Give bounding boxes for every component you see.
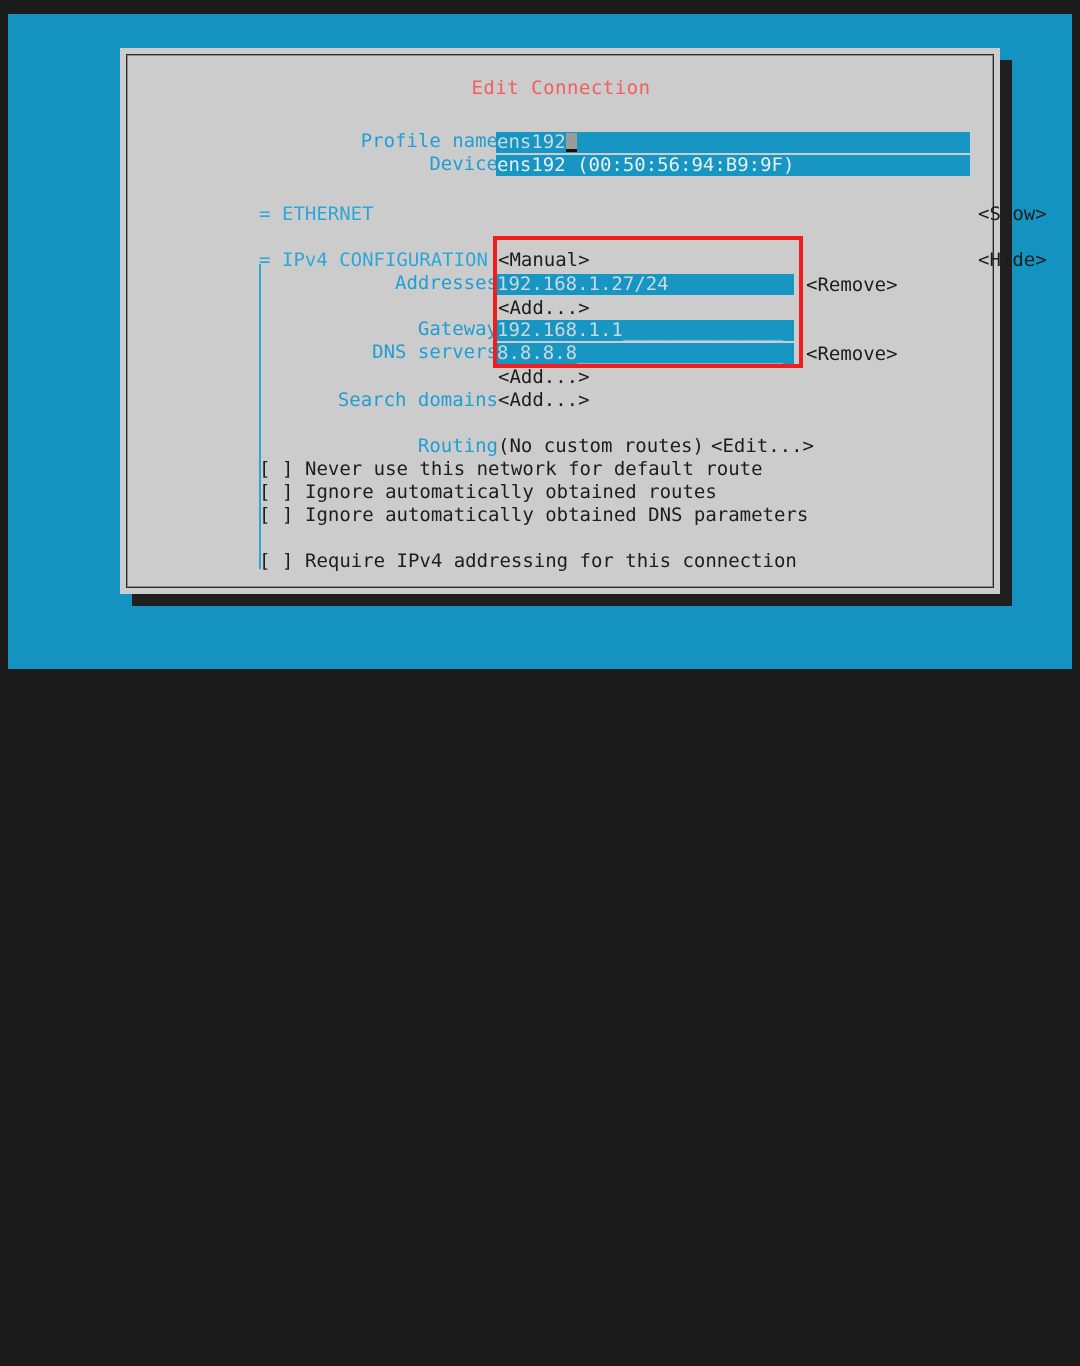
device-value: ens192 (00:50:56:94:B9:9F) — [497, 155, 795, 176]
profile-name-label: Profile name — [360, 130, 498, 152]
search-domains-add-button[interactable]: <Add...> — [498, 389, 590, 412]
profile-name-input[interactable]: ens192 — [496, 132, 970, 153]
addresses-add-button[interactable]: <Add...> — [498, 297, 590, 320]
gateway-input[interactable]: 192.168.1.1______________ — [496, 320, 794, 341]
dns-server-value-0: 8.8.8.8 — [497, 343, 578, 364]
dns-server-input-0[interactable]: 8.8.8.8__________________ — [496, 343, 794, 364]
device-label: Device — [429, 153, 498, 175]
ethernet-section-glyph: = — [259, 203, 271, 225]
ipv4-method-dropdown[interactable]: <Manual> — [498, 249, 590, 272]
dns-remove-button-0[interactable]: <Remove> — [806, 343, 898, 366]
edit-connection-dialog: Edit Connection Profile name ens192 Devi… — [120, 48, 1047, 594]
checkbox-ignore-routes-state[interactable]: [ ] — [259, 481, 293, 504]
ipv4-hide-toggle[interactable]: <Hide> — [978, 249, 1047, 272]
dns-add-button[interactable]: <Add...> — [498, 366, 590, 389]
terminal-screen: Edit Connection Profile name ens192 Devi… — [8, 14, 1072, 669]
checkbox-require-ipv4-label: Require IPv4 addressing for this connect… — [305, 550, 797, 572]
checkbox-never-default-route-state[interactable]: [ ] — [259, 458, 293, 481]
routing-summary: (No custom routes) — [498, 435, 704, 457]
address-input-0[interactable]: 192.168.1.27/24 — [496, 274, 794, 295]
checkbox-ignore-dns-state[interactable]: [ ] — [259, 504, 293, 527]
dns-servers-label: DNS servers — [372, 341, 498, 363]
routing-label: Routing — [417, 435, 498, 457]
gateway-field-tail: ______________ — [622, 320, 783, 341]
search-domains-label: Search domains — [337, 389, 498, 411]
gateway-label: Gateway — [417, 318, 498, 340]
address-remove-button-0[interactable]: <Remove> — [806, 274, 898, 297]
address-value-0: 192.168.1.27/24 — [497, 274, 669, 295]
routing-edit-button[interactable]: <Edit...> — [711, 435, 814, 458]
text-cursor — [565, 133, 577, 152]
ipv4-tree-guide-line — [259, 264, 261, 569]
checkbox-require-ipv4-state[interactable]: [ ] — [259, 550, 293, 573]
checkbox-ignore-routes-label: Ignore automatically obtained routes — [305, 481, 717, 503]
addresses-label: Addresses — [395, 272, 498, 294]
profile-name-value: ens192 — [497, 132, 566, 153]
checkbox-never-default-route-label: Never use this network for default route — [305, 458, 763, 480]
checkbox-ignore-dns-label: Ignore automatically obtained DNS parame… — [305, 504, 809, 526]
dns-field-tail-0: __________________ — [577, 343, 783, 364]
ethernet-section-title: ETHERNET — [282, 203, 374, 225]
dialog-content: Profile name ens192 Device ens192 (00:50… — [120, 48, 1047, 594]
gateway-value: 192.168.1.1 — [497, 320, 623, 341]
ipv4-section-title: IPv4 CONFIGURATION — [282, 249, 488, 271]
device-input[interactable]: ens192 (00:50:56:94:B9:9F) — [496, 155, 970, 176]
ethernet-show-toggle[interactable]: <Show> — [978, 203, 1047, 226]
